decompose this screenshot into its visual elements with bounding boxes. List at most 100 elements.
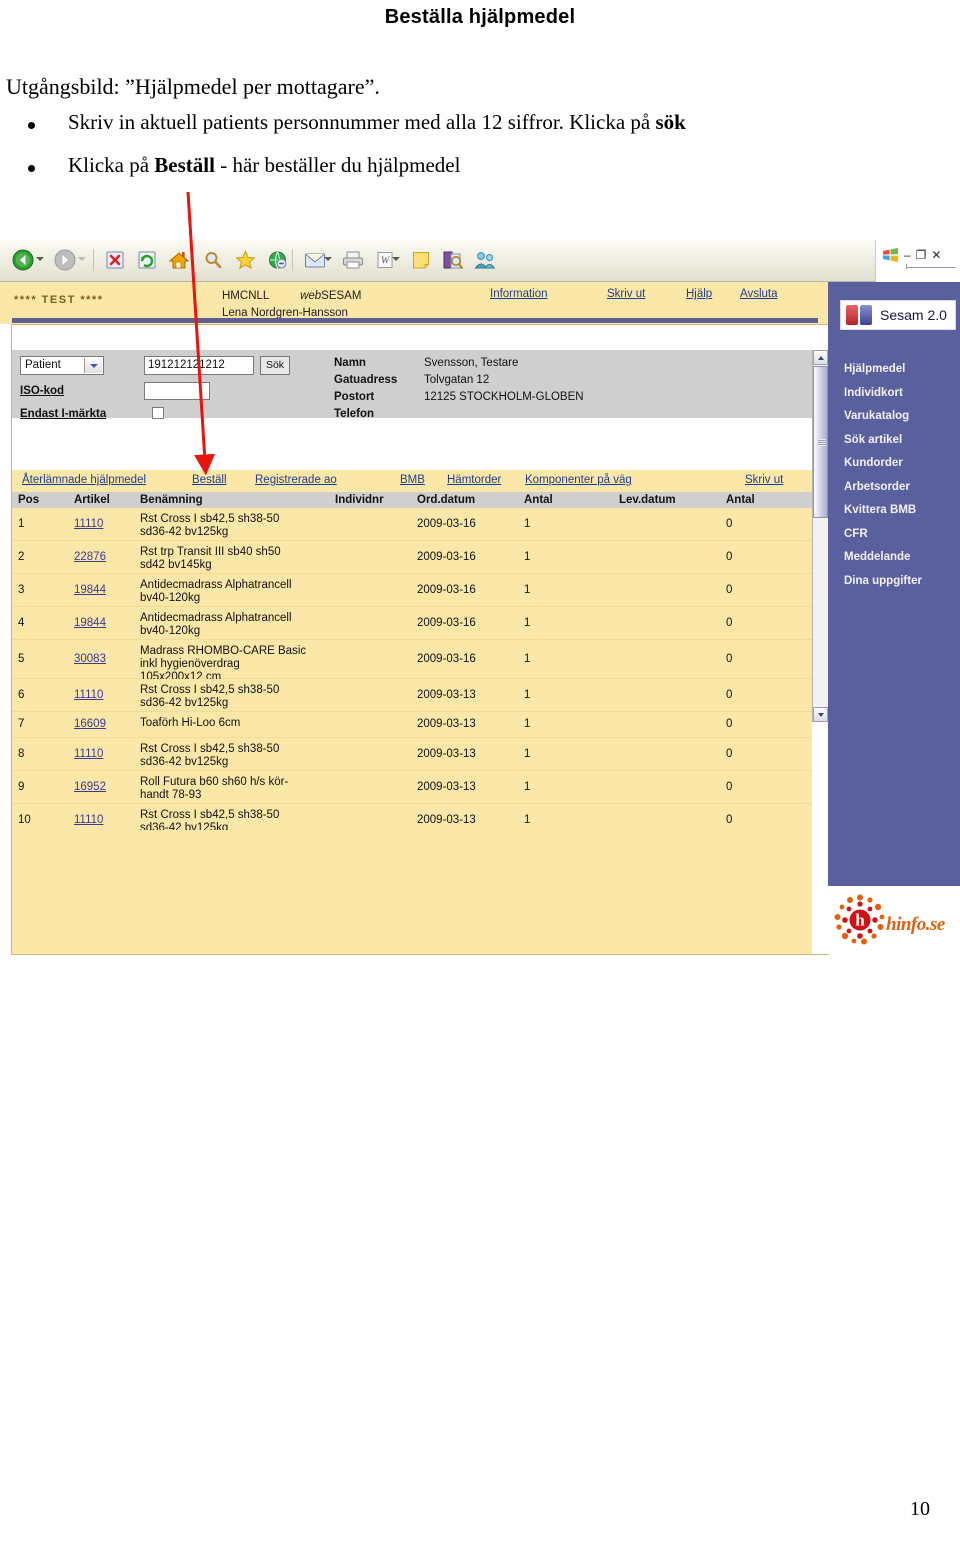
bullet-1-strong: sök (655, 110, 686, 134)
hinfo-mark-icon: h (834, 894, 886, 946)
refresh-icon[interactable] (132, 245, 162, 275)
home-icon[interactable] (164, 245, 194, 275)
table-row[interactable]: 4 19844 Antidecmadrass Alphatrancell bv40-… (12, 607, 812, 640)
sidebar-item-s-k-artikel[interactable]: Sök artikel (828, 429, 960, 453)
sidebar-item-individkort[interactable]: Individkort (828, 382, 960, 406)
table-cell-lev-antal: 0 (726, 617, 733, 629)
artikel-link[interactable]: 11110 (74, 814, 103, 826)
favorites-icon[interactable] (230, 245, 260, 275)
header-link-skriv-ut[interactable]: Skriv ut (607, 288, 645, 300)
websesam-prefix: web (300, 290, 322, 302)
artikel-link[interactable]: 11110 (74, 518, 103, 530)
table-cell-artikel[interactable]: 16609 (74, 718, 106, 731)
table-cell-artikel[interactable]: 11110 (74, 814, 103, 827)
table-empty-area (12, 830, 812, 954)
window-buttons[interactable]: –❐✕ (904, 248, 947, 262)
scrollbar-thumb[interactable] (813, 366, 828, 518)
search-button[interactable]: Sök (260, 356, 290, 375)
table-cell-antal: 1 (524, 748, 531, 760)
artikel-link[interactable]: 16609 (74, 718, 106, 730)
sidebar-item-kvittera-bmb[interactable]: Kvittera BMB (828, 499, 960, 523)
bullet-1-pre: Skriv in aktuell patients personnummer m… (68, 110, 656, 134)
table-row[interactable]: 7 16609 Toaförh Hi-Loo 6cm 2009-03-13 1 0 (12, 712, 812, 738)
hjalpmedel-table: Pos Artikel Benämning Individnr Ord.datu… (12, 492, 812, 837)
messenger-icon[interactable] (470, 245, 500, 275)
table-cell-artikel[interactable]: 16952 (74, 781, 106, 794)
back-dropdown-icon[interactable] (36, 257, 45, 266)
sidebar-item-dina-uppgifter[interactable]: Dina uppgifter (828, 570, 960, 594)
tab-skriv-ut[interactable]: Skriv ut (745, 474, 783, 486)
table-cell-antal: 1 (524, 518, 531, 530)
org-unit: HMCNLL (222, 290, 269, 302)
artikel-link[interactable]: 11110 (74, 689, 103, 701)
artikel-link[interactable]: 16952 (74, 781, 106, 793)
column-header-lev-antal: Antal (726, 494, 755, 506)
scroll-up-icon[interactable] (813, 350, 828, 365)
table-row[interactable]: 1 11110 Rst Cross I sb42,5 sh38-50 sd36-42… (12, 508, 812, 541)
artikel-link[interactable]: 19844 (74, 584, 106, 596)
notes-icon[interactable] (406, 245, 436, 275)
search-icon[interactable] (198, 245, 228, 275)
mail-dropdown-icon[interactable] (324, 257, 333, 266)
table-cell-benamning: Rst Cross I sb42,5 sh38-50 sd36-42 bv125… (140, 684, 280, 709)
artikel-link[interactable]: 19844 (74, 617, 106, 629)
table-row[interactable]: 9 16952 Roll Futura b60 sh60 h/s kör- hand… (12, 771, 812, 804)
table-cell-artikel[interactable]: 19844 (74, 617, 106, 630)
table-cell-lev-antal: 0 (726, 518, 733, 530)
table-row[interactable]: 5 30083 Madrass RHOMBO-CARE Basic inkl hyg… (12, 640, 812, 683)
endast-imarkta-checkbox[interactable] (152, 407, 164, 419)
sidebar-item-kundorder[interactable]: Kundorder (828, 452, 960, 476)
stop-icon[interactable] (100, 245, 130, 275)
sidebar-item-arbetsorder[interactable]: Arbetsorder (828, 476, 960, 500)
tab-registrerade-ao[interactable]: Registrerade ao (255, 474, 337, 486)
table-row[interactable]: 2 22876 Rst trp Transit III sb40 sh50 sd42… (12, 541, 812, 574)
header-link-avsluta[interactable]: Avsluta (740, 288, 778, 300)
sidebar-item-varukatalog[interactable]: Varukatalog (828, 405, 960, 429)
table-cell-orddatum: 2009-03-16 (417, 653, 476, 665)
personnummer-input[interactable]: 191212121212 (144, 356, 254, 375)
sidebar-item-meddelande[interactable]: Meddelande (828, 546, 960, 570)
table-row[interactable]: 8 11110 Rst Cross I sb42,5 sh38-50 sd36-42… (12, 738, 812, 771)
test-environment-tag: **** TEST **** (14, 294, 104, 306)
artikel-link[interactable]: 22876 (74, 551, 106, 563)
header-link-information[interactable]: Information (490, 288, 548, 300)
header-link-hjalp[interactable]: Hjälp (686, 288, 712, 300)
sidebar-menu: Hjälpmedel Individkort Varukatalog Sök arti… (828, 358, 960, 593)
scroll-down-icon[interactable] (813, 707, 828, 722)
table-cell-artikel[interactable]: 11110 (74, 689, 103, 702)
sidebar-item-cfr[interactable]: CFR (828, 523, 960, 547)
tab-bmb[interactable]: BMB (400, 474, 425, 486)
page-title: Beställa hjälpmedel (384, 6, 576, 28)
history-icon[interactable] (262, 245, 292, 275)
word-dropdown-icon[interactable] (392, 257, 401, 266)
artikel-link[interactable]: 30083 (74, 653, 106, 665)
table-cell-artikel[interactable]: 22876 (74, 551, 106, 564)
column-header-individnr: Individnr (335, 494, 384, 506)
iso-kod-input[interactable] (144, 382, 210, 400)
tab-komponenter-pa-vag[interactable]: Komponenter på väg (525, 474, 632, 486)
table-row[interactable]: 6 11110 Rst Cross I sb42,5 sh38-50 sd36-42… (12, 679, 812, 712)
table-cell-artikel[interactable]: 11110 (74, 748, 103, 761)
research-icon[interactable] (438, 245, 468, 275)
table-cell-artikel[interactable]: 11110 (74, 518, 103, 531)
chevron-down-icon[interactable] (84, 358, 102, 373)
tab-aterlamnade-hjalpmedel[interactable]: Återlämnade hjälpmedel (22, 474, 146, 486)
content-scrollbar[interactable] (812, 350, 828, 722)
sesam-logo-red-block (846, 305, 858, 325)
tab-bestall[interactable]: Beställ (192, 474, 227, 486)
print-icon[interactable] (338, 245, 368, 275)
table-cell-orddatum: 2009-03-16 (417, 584, 476, 596)
table-cell-artikel[interactable]: 30083 (74, 653, 106, 666)
table-cell-artikel[interactable]: 19844 (74, 584, 106, 597)
sidebar-item-hj-lpmedel[interactable]: Hjälpmedel (828, 358, 960, 382)
sesam-logo-text: Sesam 2.0 (880, 307, 947, 323)
header-divider (12, 318, 818, 323)
artikel-link[interactable]: 11110 (74, 748, 103, 760)
search-type-select[interactable]: Patient (20, 356, 104, 375)
table-row[interactable]: 3 19844 Antidecmadrass Alphatrancell bv40-… (12, 574, 812, 607)
back-icon[interactable] (8, 245, 38, 275)
hinfo-logo: h hinfo.se (828, 886, 960, 954)
tab-hamtorder[interactable]: Hämtorder (447, 474, 501, 486)
table-cell-antal: 1 (524, 584, 531, 596)
forward-dropdown-icon (78, 257, 87, 266)
